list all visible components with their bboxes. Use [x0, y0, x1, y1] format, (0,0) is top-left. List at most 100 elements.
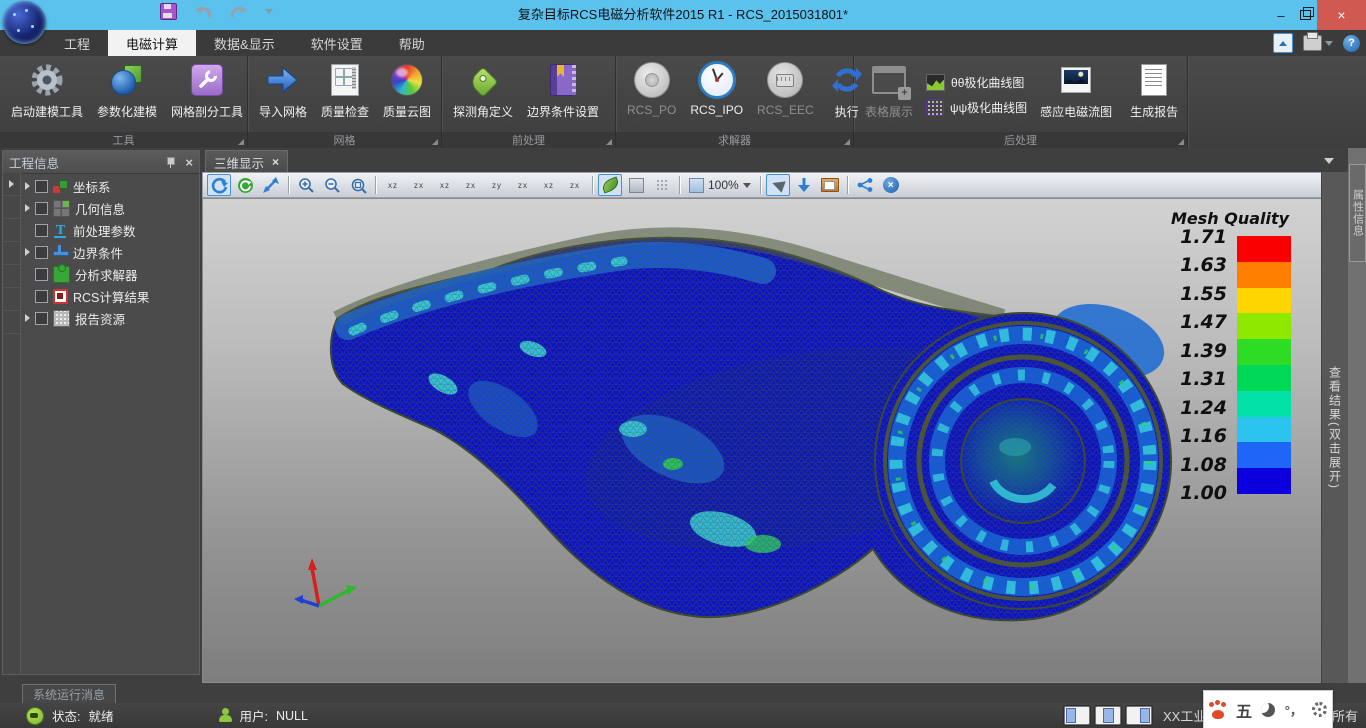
tab-help[interactable]: 帮助: [381, 30, 443, 56]
view-iso3-button[interactable]: zx: [563, 175, 587, 195]
expand-arrow-icon[interactable]: [25, 204, 30, 212]
user-icon: [218, 708, 232, 723]
view-iso2-button[interactable]: xz: [537, 175, 561, 195]
checkbox[interactable]: [35, 290, 48, 303]
tree-item-analysis-solver[interactable]: 分析求解器: [21, 263, 199, 285]
mesh-partition-tool-button[interactable]: 网格剖分工具: [164, 58, 250, 132]
3d-canvas[interactable]: Mesh Quality 1.71 1.63 1.55 1.47 1.39 1.…: [202, 198, 1322, 683]
zoom-fit-button[interactable]: [346, 174, 370, 196]
tab-close-icon[interactable]: ×: [272, 155, 279, 169]
tab-property-info[interactable]: 属性信息: [1349, 164, 1366, 262]
title-bar: 复杂目标RCS电磁分析软件2015 R1 - RCS_2015031801* –…: [0, 0, 1366, 30]
checkbox[interactable]: [35, 268, 48, 281]
theta-polarization-curve-button[interactable]: θθ极化曲线图: [926, 74, 1027, 91]
pan-button[interactable]: [259, 174, 283, 196]
minimize-button[interactable]: –: [1269, 0, 1293, 30]
app-logo-icon[interactable]: [3, 1, 46, 44]
expand-arrow-icon[interactable]: [25, 314, 30, 322]
layout-middle-button[interactable]: [1095, 706, 1121, 725]
shaded-view-button[interactable]: [598, 174, 622, 196]
parametric-modeling-button[interactable]: 参数化建模: [90, 58, 164, 132]
launch-modeling-tool-button[interactable]: 启动建模工具: [4, 58, 90, 132]
checkbox[interactable]: [35, 224, 48, 237]
collapse-ribbon-button[interactable]: [1273, 33, 1293, 53]
rcs-po-button[interactable]: RCS_PO: [620, 58, 683, 132]
select-region-button[interactable]: [766, 174, 790, 196]
dialog-launcher-icon[interactable]: [238, 139, 244, 145]
dialog-launcher-icon[interactable]: [1178, 139, 1184, 145]
tab-project[interactable]: 工程: [46, 30, 108, 56]
ime-wubi-button[interactable]: 五: [1236, 698, 1252, 722]
tree-item-report-resources[interactable]: 报告资源: [21, 307, 199, 329]
tab-software-settings[interactable]: 软件设置: [293, 30, 381, 56]
layout-left-button[interactable]: [1064, 706, 1090, 725]
view-zx2-button[interactable]: zx: [459, 175, 483, 195]
expand-arrow-icon[interactable]: [25, 248, 30, 256]
tree-item-geometry-info[interactable]: 几何信息: [21, 197, 199, 219]
device-menu-button[interactable]: [1303, 35, 1333, 51]
ime-fullhalf-icon[interactable]: [1261, 703, 1275, 717]
induced-current-map-button[interactable]: 感应电磁流图: [1033, 58, 1119, 132]
group-preprocess: 探测角定义 边界条件设置 前处理: [442, 56, 616, 148]
points-view-button[interactable]: [650, 174, 674, 196]
ime-logo-icon[interactable]: [1209, 701, 1227, 719]
dialog-launcher-icon[interactable]: [432, 139, 438, 145]
zoom-fit-icon: [350, 177, 367, 194]
view-xz2-button[interactable]: xz: [433, 175, 457, 195]
chevron-up-icon: [1279, 41, 1287, 46]
dot-grid-icon: [656, 179, 669, 192]
layout-right-button[interactable]: [1126, 706, 1152, 725]
checkbox[interactable]: [35, 312, 48, 325]
generate-report-button[interactable]: 生成报告: [1123, 58, 1185, 132]
view-results-strip[interactable]: 查看结果(双击展开): [1321, 172, 1348, 683]
tree-item-preprocess-params[interactable]: T 前处理参数: [21, 219, 199, 241]
help-button[interactable]: ?: [1343, 35, 1360, 52]
expand-arrow-icon[interactable]: [25, 182, 30, 190]
viewport-toolbar: xz zx xz zx zy zx xz zx 100%: [202, 172, 1322, 198]
share-view-button[interactable]: [853, 174, 877, 196]
checkbox[interactable]: [35, 202, 48, 215]
rcs-ipo-button[interactable]: RCS_IPO: [683, 58, 750, 132]
pin-icon[interactable]: [165, 156, 175, 168]
close-button[interactable]: ×: [1317, 0, 1366, 30]
gutter-arrow-icon[interactable]: [9, 180, 14, 188]
table-display-button[interactable]: 表格展示: [858, 58, 920, 132]
tree-item-coordinate-system[interactable]: 坐标系: [21, 175, 199, 197]
snapshot-folder-button[interactable]: [818, 174, 842, 196]
rcs-eec-button[interactable]: RCS_EEC: [750, 58, 821, 132]
wireframe-view-button[interactable]: [624, 174, 648, 196]
tab-system-messages[interactable]: 系统运行消息: [22, 684, 116, 704]
ime-punctuation-button[interactable]: °，: [1285, 700, 1303, 719]
boundary-condition-button[interactable]: 边界条件设置: [520, 58, 606, 132]
orbit-rotate-button[interactable]: [207, 174, 231, 196]
probe-angle-button[interactable]: 探测角定义: [446, 58, 520, 132]
tab-3d-display[interactable]: 三维显示 ×: [205, 150, 288, 173]
restore-button[interactable]: [1293, 0, 1317, 30]
quality-contour-button[interactable]: 质量云图: [376, 58, 438, 132]
tree-item-boundary-conditions[interactable]: 边界条件: [21, 241, 199, 263]
view-zy-button[interactable]: zy: [485, 175, 509, 195]
orbit-icon: [211, 177, 228, 194]
cancel-operation-button[interactable]: ×: [879, 174, 903, 196]
sync-view-button[interactable]: [233, 174, 257, 196]
tab-em-computation[interactable]: 电磁计算: [108, 30, 196, 56]
dialog-launcher-icon[interactable]: [844, 139, 850, 145]
psi-polarization-curve-button[interactable]: ψψ极化曲线图: [926, 99, 1027, 116]
checkbox[interactable]: [35, 246, 48, 259]
view-iso1-button[interactable]: zx: [511, 175, 535, 195]
tab-data-display[interactable]: 数据&显示: [196, 30, 293, 56]
panel-close-icon[interactable]: ×: [185, 155, 193, 170]
capture-down-button[interactable]: [792, 174, 816, 196]
zoom-out-button[interactable]: [320, 174, 344, 196]
quality-check-button[interactable]: 质量检查: [314, 58, 376, 132]
checkbox[interactable]: [35, 180, 48, 193]
tab-list-dropdown-icon[interactable]: [1324, 158, 1334, 164]
view-zx-button[interactable]: zx: [407, 175, 431, 195]
import-mesh-button[interactable]: 导入网格: [252, 58, 314, 132]
view-xz-button[interactable]: xz: [381, 175, 405, 195]
tree-item-rcs-results[interactable]: RCS计算结果: [21, 285, 199, 307]
ime-settings-icon[interactable]: [1312, 702, 1327, 717]
zoom-level-combo[interactable]: 100%: [685, 178, 755, 193]
zoom-in-button[interactable]: [294, 174, 318, 196]
dialog-launcher-icon[interactable]: [606, 139, 612, 145]
